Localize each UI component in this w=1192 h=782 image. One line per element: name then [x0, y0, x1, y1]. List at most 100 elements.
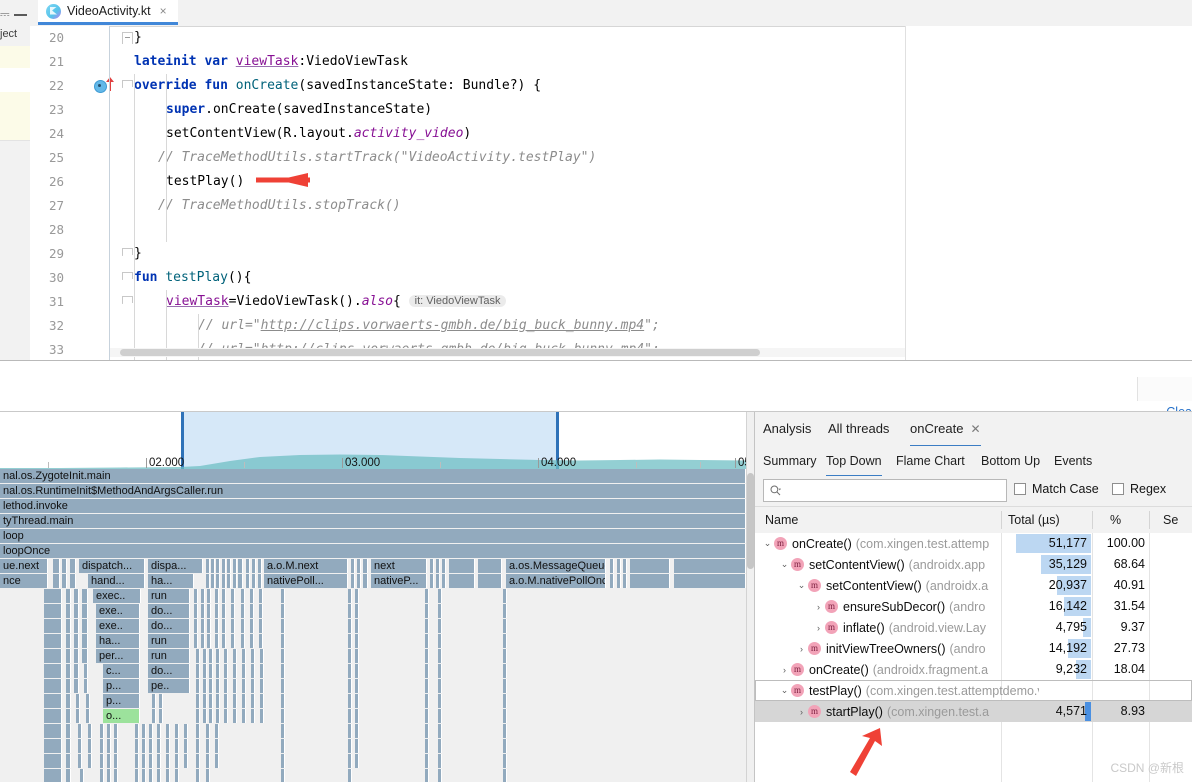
- flame-frame[interactable]: [238, 574, 243, 588]
- code-line[interactable]: override fun onCreate(savedInstanceState…: [134, 78, 541, 93]
- search-input[interactable]: [788, 482, 1002, 502]
- flame-frame[interactable]: [82, 634, 88, 648]
- flame-frame[interactable]: [215, 589, 219, 603]
- code-line[interactable]: setContentView(R.layout.activity_video): [166, 126, 471, 141]
- flame-frame[interactable]: [348, 709, 352, 723]
- flame-frame[interactable]: [74, 619, 79, 633]
- flame-frame[interactable]: [233, 664, 237, 678]
- flame-frame[interactable]: [259, 604, 263, 618]
- flame-frame[interactable]: [66, 589, 71, 603]
- flame-frame[interactable]: [355, 739, 359, 753]
- flame-frame[interactable]: [281, 664, 285, 678]
- flame-frame[interactable]: [281, 769, 285, 782]
- flame-frame[interactable]: [224, 664, 228, 678]
- flame-frame[interactable]: [281, 724, 285, 738]
- flame-frame[interactable]: c...: [103, 664, 140, 678]
- flame-frame[interactable]: [363, 559, 368, 573]
- flame-frame[interactable]: [348, 679, 352, 693]
- flame-frame[interactable]: [215, 724, 219, 738]
- flame-frame[interactable]: [251, 679, 255, 693]
- flame-frame[interactable]: [216, 664, 220, 678]
- timeline-ruler[interactable]: 02.000 03.000 04.000 05.000: [0, 412, 746, 470]
- flame-frame[interactable]: [203, 694, 207, 708]
- code-line[interactable]: // url="http://clips.vorwaerts-gmbh.de/b…: [198, 318, 660, 333]
- flame-frame[interactable]: [194, 619, 198, 633]
- flame-frame[interactable]: [503, 694, 507, 708]
- table-row[interactable]: › m ensureSubDecor() (andro 16,142 31.54: [755, 596, 1192, 617]
- flame-frame[interactable]: [53, 574, 60, 588]
- flame-frame[interactable]: [159, 709, 163, 723]
- flame-frame[interactable]: [425, 754, 429, 768]
- flame-frame[interactable]: [233, 574, 237, 588]
- flame-frame[interactable]: [357, 559, 361, 573]
- flame-frame[interactable]: [166, 754, 170, 768]
- flame-frame[interactable]: [159, 694, 163, 708]
- flame-frame[interactable]: [84, 664, 88, 678]
- flame-frame[interactable]: [478, 559, 502, 573]
- flame-frame[interactable]: [224, 694, 228, 708]
- flame-frame[interactable]: [62, 574, 67, 588]
- flame-frame[interactable]: [281, 649, 285, 663]
- flame-frame[interactable]: [207, 604, 211, 618]
- flame-frame[interactable]: [209, 694, 213, 708]
- flame-frame[interactable]: [224, 709, 228, 723]
- flame-frame[interactable]: [425, 649, 429, 663]
- flame-frame[interactable]: [617, 559, 621, 573]
- flame-frame[interactable]: [53, 559, 60, 573]
- flame-frame[interactable]: [203, 664, 207, 678]
- flame-frame[interactable]: [425, 679, 429, 693]
- flame-frame[interactable]: [231, 634, 235, 648]
- flame-frame[interactable]: [216, 649, 220, 663]
- flame-frame[interactable]: [442, 574, 446, 588]
- search-box[interactable]: [763, 479, 1007, 502]
- flame-frame[interactable]: [74, 664, 79, 678]
- flame-frame[interactable]: [438, 604, 442, 618]
- flame-frame[interactable]: [135, 754, 139, 768]
- flame-frame[interactable]: [348, 649, 352, 663]
- flame-frame[interactable]: [425, 634, 429, 648]
- flame-frame[interactable]: [166, 739, 170, 753]
- flame-frame[interactable]: [355, 709, 359, 723]
- flame-frame[interactable]: [610, 574, 614, 588]
- flame-frame[interactable]: [135, 739, 139, 753]
- flame-frame[interactable]: [74, 604, 79, 618]
- call-tree-table[interactable]: ⌄ m onCreate() (com.xingen.test.attemp 51,17…: [755, 533, 1192, 782]
- flame-frame[interactable]: [674, 574, 746, 588]
- flame-frame[interactable]: [207, 634, 211, 648]
- flame-frame[interactable]: per...: [96, 649, 140, 663]
- flame-frame[interactable]: [66, 754, 71, 768]
- flame-frame[interactable]: [438, 664, 442, 678]
- flame-frame[interactable]: [623, 559, 627, 573]
- flame-frame[interactable]: [363, 574, 368, 588]
- analysis-tab-all-threads[interactable]: All threads: [828, 412, 889, 445]
- column-header-[interactable]: %: [1110, 507, 1121, 533]
- flame-frame[interactable]: [88, 739, 92, 753]
- table-row[interactable]: › m onCreate() (androidx.fragment.a 9,232 18.…: [755, 659, 1192, 680]
- flame-frame[interactable]: [281, 589, 285, 603]
- flame-frame[interactable]: loop: [0, 529, 746, 543]
- flame-frame[interactable]: [425, 604, 429, 618]
- checkbox-box[interactable]: [1112, 483, 1124, 495]
- editor-tab-videoactivity[interactable]: VideoActivity.kt ×: [38, 0, 178, 25]
- flame-frame[interactable]: [242, 649, 246, 663]
- chevron-right-icon[interactable]: ›: [812, 623, 825, 633]
- flame-frame[interactable]: [201, 634, 205, 648]
- flame-frame[interactable]: [209, 664, 213, 678]
- flame-frame[interactable]: [238, 559, 243, 573]
- flame-frame[interactable]: [215, 754, 219, 768]
- flame-frame[interactable]: [425, 709, 429, 723]
- table-row[interactable]: › m startPlay() (com.xingen.test.a 4,571 8.93: [755, 701, 1192, 722]
- flame-frame[interactable]: [149, 739, 153, 753]
- flame-frame[interactable]: a.os.MessageQueue.next: [506, 559, 606, 573]
- flame-frame[interactable]: [281, 634, 285, 648]
- flame-frame[interactable]: [201, 619, 205, 633]
- flame-frame[interactable]: [251, 694, 255, 708]
- flame-frame[interactable]: [438, 619, 442, 633]
- flame-frame[interactable]: [107, 724, 111, 738]
- flame-frame[interactable]: [242, 709, 246, 723]
- column-divider[interactable]: [1001, 511, 1002, 529]
- flame-frame[interactable]: [251, 649, 255, 663]
- flame-frame[interactable]: [503, 634, 507, 648]
- column-divider[interactable]: [1092, 511, 1093, 529]
- flame-frame[interactable]: [348, 724, 352, 738]
